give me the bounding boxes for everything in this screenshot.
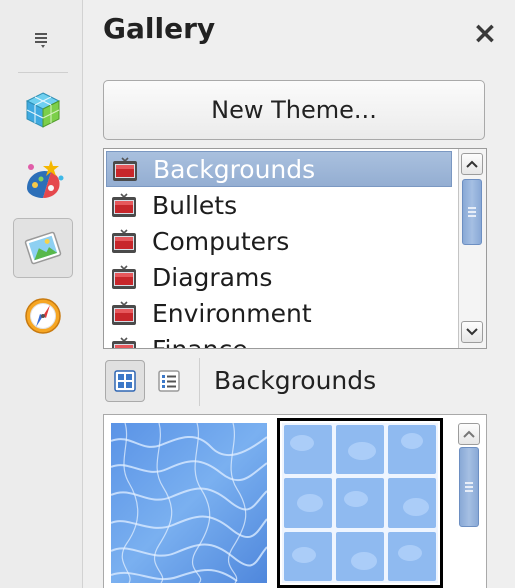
new-theme-label: New Theme...: [211, 96, 377, 124]
tabbar-separator: [18, 72, 68, 73]
sidebar-menu-icon: [35, 33, 47, 48]
gallery-deck: Gallery × New Theme... Backgrounds Bullet…: [84, 0, 515, 588]
close-icon: ×: [472, 15, 498, 51]
theme-item-diagrams[interactable]: Diagrams: [106, 259, 452, 295]
theme-item-backgrounds[interactable]: Backgrounds: [106, 151, 452, 187]
theme-folder-icon: [112, 265, 136, 289]
theme-item-label: Diagrams: [152, 262, 273, 292]
preview-scroll-thumb[interactable]: [459, 447, 479, 527]
preview-scroll-up-button[interactable]: [458, 423, 480, 445]
theme-item-label: Environment: [152, 298, 312, 328]
theme-folder-icon: [112, 337, 136, 348]
theme-item-label: Finance: [152, 334, 248, 349]
theme-list-scrollbar[interactable]: [458, 149, 486, 348]
styles-palette-icon: [27, 160, 64, 198]
theme-folder-icon: [112, 301, 136, 325]
scroll-down-button[interactable]: [461, 321, 483, 343]
current-theme-label: Backgrounds: [214, 366, 377, 395]
icon-view-button[interactable]: [105, 360, 145, 402]
close-deck-button[interactable]: ×: [470, 15, 500, 51]
gallery-preview-grid[interactable]: [103, 414, 487, 588]
sidebar-tabbar: [0, 0, 83, 588]
chevron-up-icon: [466, 160, 478, 168]
sidebar-menu-button[interactable]: [14, 18, 70, 62]
tab-navigator[interactable]: [13, 286, 73, 346]
theme-list[interactable]: Backgrounds Bullets Computers Diagrams Envir…: [103, 148, 487, 349]
view-toolbar-separator: [199, 358, 200, 406]
icon-view-icon: [114, 370, 136, 392]
chevron-up-icon: [463, 430, 475, 438]
view-toolbar: Backgrounds: [103, 358, 503, 406]
tab-gallery[interactable]: [13, 218, 73, 278]
theme-item-bullets[interactable]: Bullets: [106, 187, 452, 223]
theme-item-computers[interactable]: Computers: [106, 223, 452, 259]
theme-folder-icon: [112, 229, 136, 253]
theme-item-label: Computers: [152, 226, 290, 256]
navigator-compass-icon: [25, 298, 61, 334]
tab-styles[interactable]: [13, 150, 73, 210]
theme-item-label: Backgrounds: [153, 154, 316, 184]
grip-icon: [468, 207, 476, 217]
theme-item-label: Bullets: [152, 190, 238, 220]
chevron-down-icon: [466, 328, 478, 336]
gallery-item-water-texture[interactable]: [111, 423, 267, 583]
gallery-item-blue-tiles[interactable]: [277, 418, 443, 588]
new-theme-button[interactable]: New Theme...: [103, 80, 485, 140]
tab-properties[interactable]: [13, 80, 73, 140]
deck-title: Gallery: [103, 12, 216, 45]
theme-folder-icon: [112, 193, 136, 217]
gallery-sidebar: Gallery × New Theme... Backgrounds Bullet…: [0, 0, 515, 588]
theme-item-finance[interactable]: Finance: [106, 331, 452, 349]
theme-item-environment[interactable]: Environment: [106, 295, 452, 331]
water-texture-image: [111, 423, 267, 583]
blue-tiles-image: [282, 423, 438, 583]
detailed-view-button[interactable]: [149, 360, 189, 402]
scroll-up-button[interactable]: [461, 153, 483, 175]
detailed-view-icon: [158, 370, 180, 392]
preview-scrollbar[interactable]: [452, 415, 486, 588]
theme-list-scroll-thumb[interactable]: [462, 179, 482, 245]
properties-cube-icon: [25, 92, 61, 128]
theme-folder-icon: [113, 157, 137, 181]
grip-icon: [465, 482, 473, 492]
gallery-picture-icon: [24, 231, 62, 265]
